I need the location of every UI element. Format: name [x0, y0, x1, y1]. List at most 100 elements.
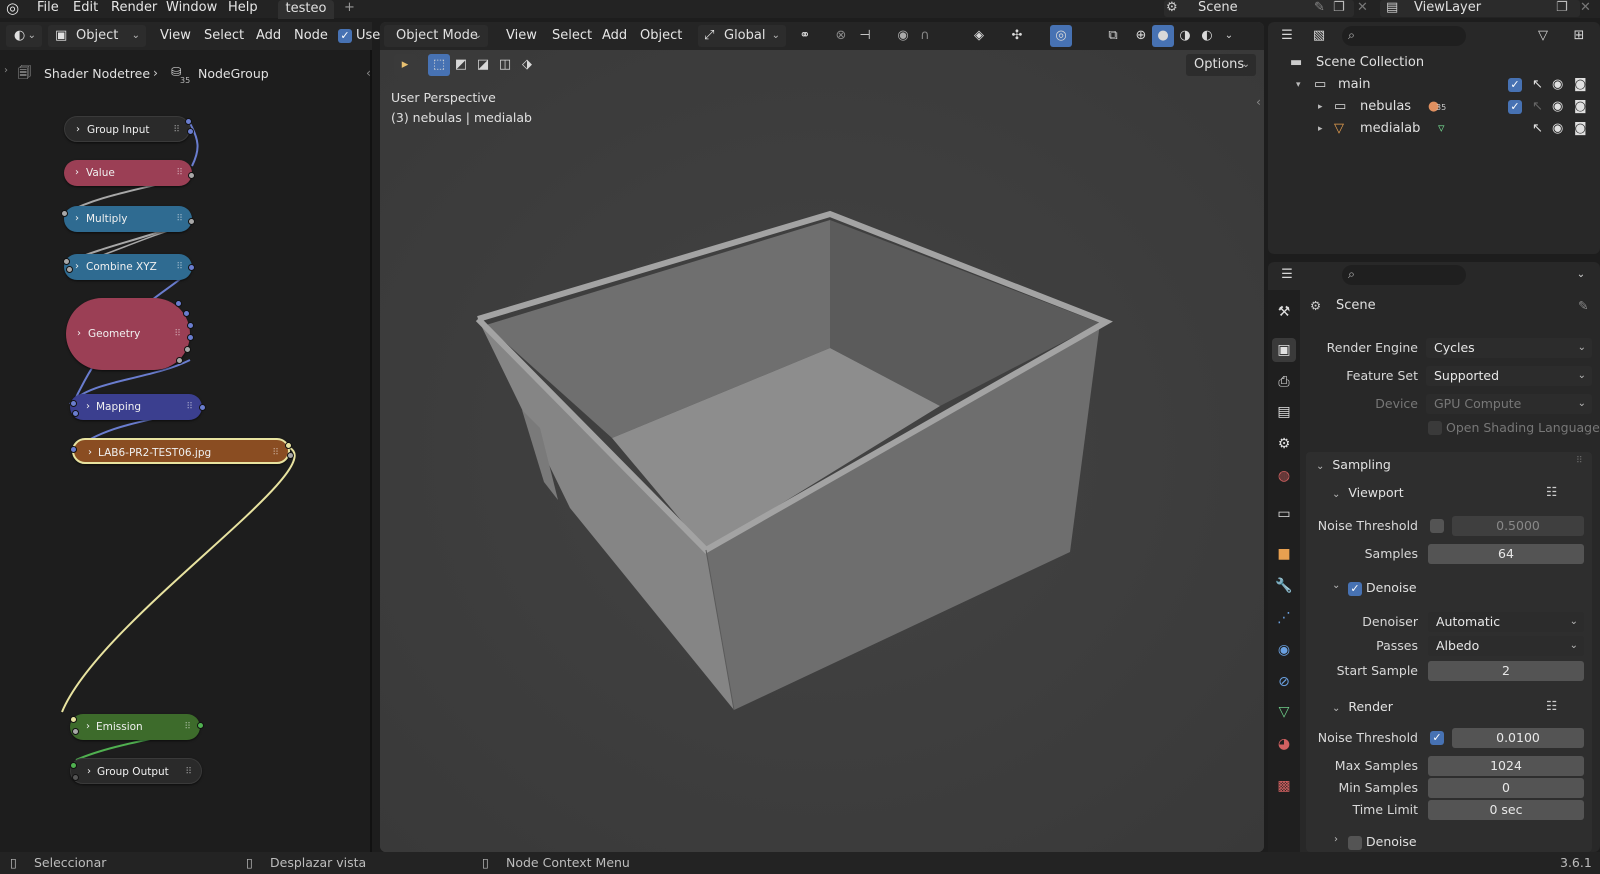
snap-icon[interactable]: ⊗ — [830, 25, 852, 47]
eye-icon[interactable]: ◉ — [1552, 74, 1563, 96]
select-subtract-icon[interactable]: ◪ — [472, 54, 494, 76]
vp-menu-add[interactable]: Add — [602, 25, 627, 47]
select-tool-icon[interactable]: ▸ — [394, 54, 416, 76]
drag-handle-icon[interactable]: ⠿ — [1576, 456, 1583, 466]
overlays-icon[interactable]: ◎ — [1050, 25, 1072, 47]
socket[interactable] — [61, 210, 68, 217]
outliner-search-input[interactable]: ⌕ — [1342, 26, 1466, 46]
collection-tab-icon[interactable]: ▭ — [1272, 502, 1296, 526]
denoise-checkbox[interactable]: ✓ — [1348, 582, 1362, 596]
socket[interactable] — [188, 218, 195, 225]
socket[interactable] — [70, 446, 77, 453]
eye-icon[interactable]: ◉ — [1552, 96, 1563, 118]
presets-icon[interactable]: ☷ — [1546, 698, 1557, 713]
denoiser-dropdown[interactable]: Automatic ⌄ — [1428, 612, 1584, 632]
node-value[interactable]: › Value ⠿ — [64, 160, 192, 186]
socket[interactable] — [188, 172, 195, 179]
object-tab-icon[interactable]: ■ — [1272, 542, 1296, 566]
chevron-right-icon[interactable]: › — [1334, 834, 1338, 845]
socket[interactable] — [183, 310, 190, 317]
feature-set-dropdown[interactable]: Supported ⌄ — [1426, 366, 1592, 386]
properties-editor-icon[interactable]: ☰ — [1276, 264, 1298, 286]
object-mode-dropdown[interactable]: Object Mode ⌄ — [384, 25, 488, 47]
render-engine-dropdown[interactable]: Cycles ⌄ — [1426, 338, 1592, 358]
tool-tab-icon[interactable]: ⚒ — [1272, 300, 1296, 324]
particles-tab-icon[interactable]: ⋰ — [1272, 606, 1296, 630]
new-collection-icon[interactable]: ⊞ — [1568, 25, 1590, 47]
properties-options-icon[interactable]: ⌄ — [1570, 264, 1592, 286]
material-shading-icon[interactable]: ◑ — [1174, 25, 1196, 47]
snap-target-icon[interactable]: ⊣ — [854, 25, 876, 47]
view-layer-tab-icon[interactable]: ▤ — [1272, 400, 1296, 424]
vp-menu-view[interactable]: View — [506, 25, 537, 47]
scene-tab-icon[interactable]: ⚙ — [1272, 432, 1296, 456]
data-tab-icon[interactable]: ▽ — [1272, 700, 1296, 724]
pin-icon[interactable]: ✎ — [1578, 298, 1588, 313]
expand-chevron-icon[interactable]: ▸ — [1318, 96, 1323, 118]
vp-noise-checkbox[interactable] — [1430, 519, 1444, 533]
camera-icon[interactable]: ◙ — [1574, 118, 1587, 140]
xray-icon[interactable]: ⧉ — [1102, 25, 1124, 47]
socket[interactable] — [187, 334, 194, 341]
display-mode-icon[interactable]: ▧ — [1308, 25, 1330, 47]
select-invert-icon[interactable]: ◫ — [494, 54, 516, 76]
socket[interactable] — [187, 128, 194, 135]
world-tab-icon[interactable]: ◍ — [1272, 464, 1296, 488]
socket[interactable] — [72, 774, 79, 781]
falloff-icon[interactable]: ∩ — [914, 25, 936, 47]
gizmo-icon[interactable]: ✣ — [1006, 25, 1028, 47]
expand-chevron-icon[interactable]: ▸ — [1318, 118, 1323, 140]
render-denoise-checkbox[interactable] — [1348, 836, 1362, 850]
viewport-sidebar-toggle-icon[interactable]: ‹ — [1256, 94, 1261, 109]
socket[interactable] — [72, 728, 79, 735]
socket[interactable] — [188, 264, 195, 271]
view-layer-selector[interactable]: ViewLayer — [1380, 0, 1580, 17]
camera-icon[interactable]: ◙ — [1574, 96, 1587, 118]
node-mapping[interactable]: › Mapping ⠿ — [70, 394, 202, 420]
include-checkbox[interactable]: ✓ — [1508, 78, 1522, 92]
socket[interactable] — [187, 322, 194, 329]
pin-icon[interactable]: ✎ — [1314, 0, 1325, 18]
socket[interactable] — [70, 400, 77, 407]
time-limit-field[interactable]: 0 sec — [1428, 800, 1584, 820]
solid-shading-icon[interactable]: ● — [1152, 25, 1174, 47]
selectable-icon[interactable]: ↖ — [1532, 74, 1543, 96]
new-view-layer-icon[interactable]: ❐ — [1556, 0, 1568, 18]
constraints-tab-icon[interactable]: ⊘ — [1272, 670, 1296, 694]
wireframe-shading-icon[interactable]: ⊕ — [1130, 25, 1152, 47]
texture-tab-icon[interactable]: ▩ — [1272, 774, 1296, 798]
close-scene-icon[interactable]: ✕ — [1357, 0, 1368, 18]
expand-chevron-icon[interactable]: ▾ — [1296, 74, 1301, 96]
node-image-texture[interactable]: › LAB6-PR2-TEST06.jpg ⠿ — [72, 438, 290, 464]
shading-options-icon[interactable]: ⌄ — [1218, 25, 1240, 47]
max-samples-field[interactable]: 1024 — [1428, 756, 1584, 776]
socket[interactable] — [197, 722, 204, 729]
socket[interactable] — [176, 357, 183, 364]
outliner-row-main[interactable]: ▾ ▭ main ✓ ↖ ◉ ◙ — [1268, 74, 1600, 96]
render-noise-field[interactable]: 0.0100 — [1452, 728, 1584, 748]
node-geometry[interactable]: › Geometry ⠿ — [66, 298, 190, 370]
filter-icon[interactable]: ▽ — [1532, 25, 1554, 47]
rendered-shading-icon[interactable]: ◐ — [1196, 25, 1218, 47]
node-group-output[interactable]: › Group Output ⠿ — [70, 758, 202, 784]
scene-selector[interactable]: Scene — [1164, 0, 1354, 17]
node-combine-xyz[interactable]: › Combine XYZ ⠿ — [64, 254, 192, 280]
outliner-editor-icon[interactable]: ☰ — [1276, 25, 1298, 47]
vp-menu-select[interactable]: Select — [552, 25, 592, 47]
pivot-icon[interactable]: ⚭ — [794, 25, 816, 47]
vp-menu-object[interactable]: Object — [640, 25, 682, 47]
osl-checkbox[interactable] — [1428, 421, 1442, 435]
3d-viewport[interactable] — [380, 22, 1264, 852]
camera-icon[interactable]: ◙ — [1574, 74, 1587, 96]
device-dropdown[interactable]: GPU Compute ⌄ — [1426, 394, 1592, 414]
eye-icon[interactable]: ◉ — [1552, 118, 1563, 140]
select-intersect-icon[interactable]: ⬗ — [516, 54, 538, 76]
presets-icon[interactable]: ☷ — [1546, 484, 1557, 499]
physics-tab-icon[interactable]: ◉ — [1272, 638, 1296, 662]
node-group-input[interactable]: › Group Input ⠿ — [64, 116, 190, 142]
socket[interactable] — [70, 762, 77, 769]
material-tab-icon[interactable]: ◕ — [1272, 732, 1296, 756]
transform-orientation-dropdown[interactable]: ⤢ Global ⌄ — [698, 25, 786, 47]
modifier-tab-icon[interactable]: 🔧 — [1272, 574, 1296, 598]
socket[interactable] — [72, 410, 79, 417]
